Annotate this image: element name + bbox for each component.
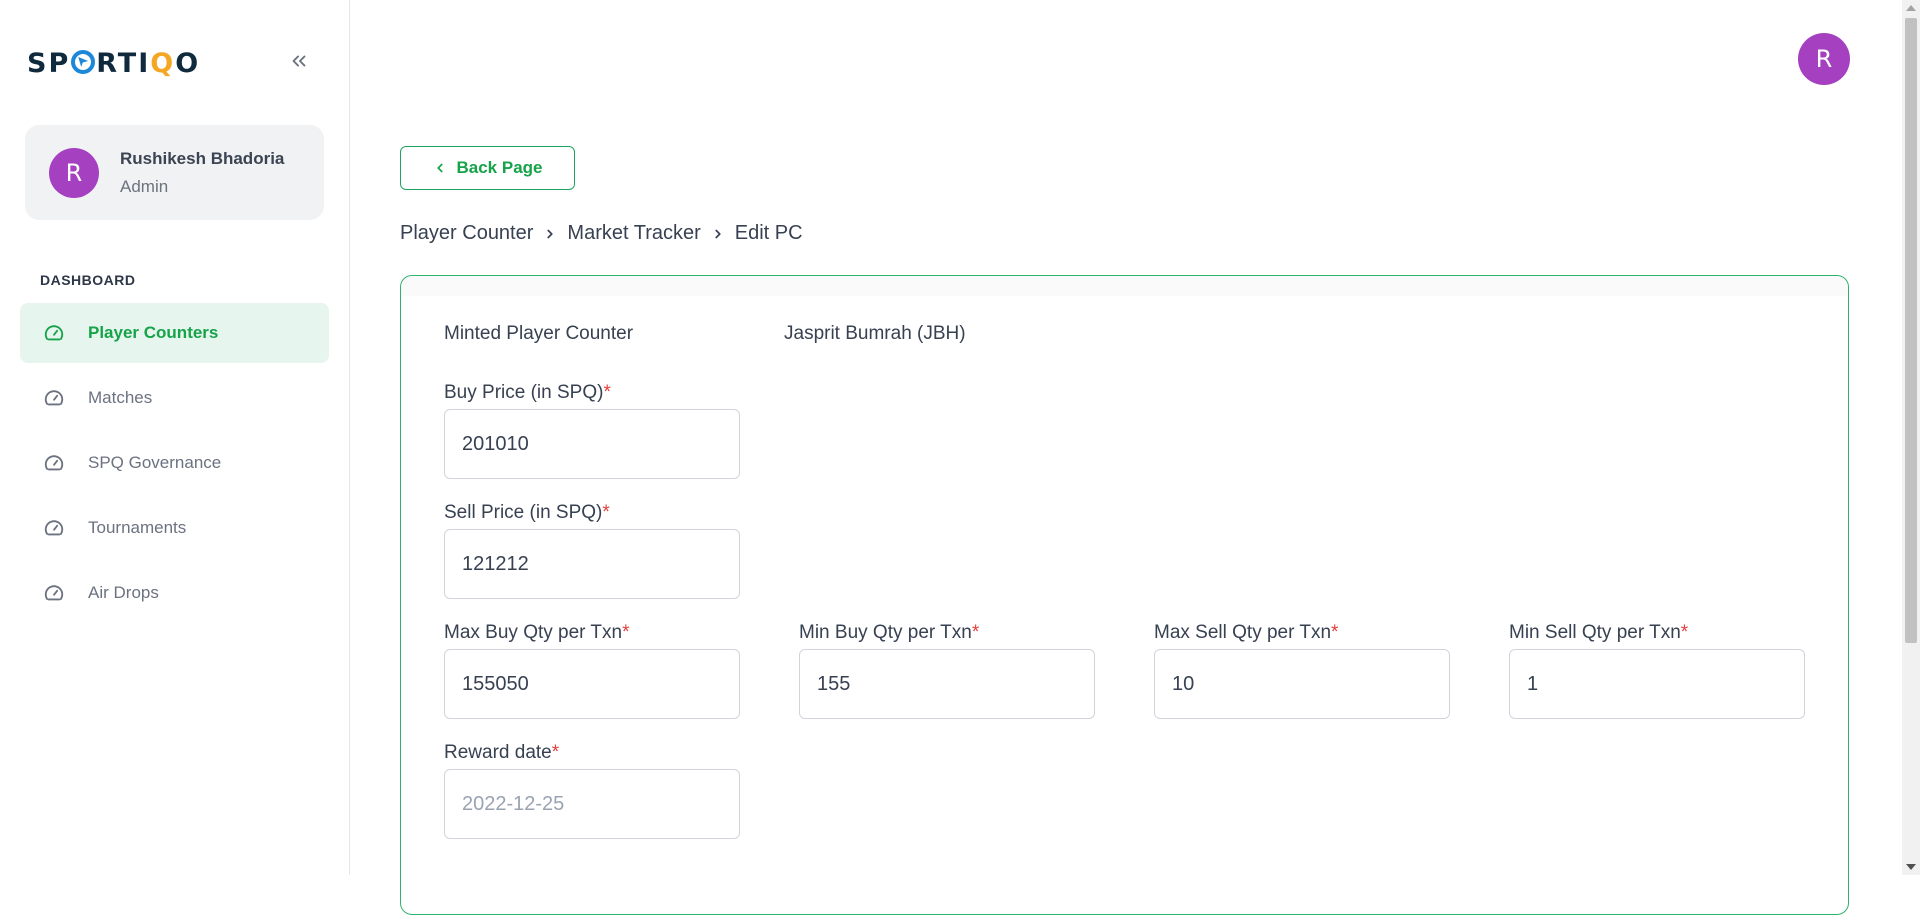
dashboard-gauge-icon: [42, 451, 66, 475]
min-sell-qty-input[interactable]: [1509, 649, 1805, 719]
page-scrollbar[interactable]: [1902, 0, 1920, 875]
logo-ball-icon: [71, 50, 96, 74]
min-buy-qty-input[interactable]: [799, 649, 1095, 719]
sidebar-nav: Player Counters Matches SPQ Governance T…: [20, 303, 329, 628]
max-buy-qty-label: Max Buy Qty per Txn*: [444, 622, 630, 644]
sell-price-label-text: Sell Price (in SPQ): [444, 502, 603, 523]
sidebar-item-tournaments[interactable]: Tournaments: [20, 498, 329, 558]
sidebar-item-label: Matches: [88, 388, 153, 407]
max-buy-qty-label-text: Max Buy Qty per Txn: [444, 622, 623, 643]
buy-price-label-text: Buy Price (in SPQ): [444, 382, 604, 403]
reward-date-label: Reward date*: [444, 742, 559, 764]
min-sell-qty-label: Min Sell Qty per Txn*: [1509, 622, 1688, 644]
breadcrumb-item-market-tracker[interactable]: Market Tracker: [567, 222, 700, 245]
sidebar: SP RTIQO R Rushikesh Bhadoria Admin DASHB…: [0, 0, 350, 875]
chevron-right-icon: [711, 227, 725, 241]
minted-player-counter-label: Minted Player Counter: [444, 323, 634, 344]
logo-text-part3: Q: [150, 48, 176, 79]
scroll-up-arrow-icon[interactable]: [1906, 5, 1916, 11]
max-sell-qty-label: Max Sell Qty per Txn*: [1154, 622, 1338, 644]
sidebar-item-label: SPQ Governance: [88, 453, 222, 472]
sell-price-label: Sell Price (in SPQ)*: [444, 502, 610, 524]
breadcrumb-item-player-counter[interactable]: Player Counter: [400, 222, 533, 245]
reward-date-input[interactable]: [444, 769, 740, 839]
scrollbar-thumb[interactable]: [1905, 18, 1917, 643]
buy-price-input[interactable]: [444, 409, 740, 479]
user-avatar: R: [49, 148, 99, 198]
minted-player-counter-value: Jasprit Bumrah (JBH): [784, 323, 966, 344]
logo-text-part2: RTI: [96, 48, 151, 79]
chevron-left-icon: [436, 163, 443, 173]
reward-date-label-text: Reward date: [444, 742, 552, 763]
required-asterisk: *: [1680, 622, 1689, 643]
max-buy-qty-input[interactable]: [444, 649, 740, 719]
min-buy-qty-label-text: Min Buy Qty per Txn: [799, 622, 972, 643]
nav-section-title: DASHBOARD: [40, 272, 136, 288]
back-page-label: Back Page: [456, 158, 543, 177]
required-asterisk: *: [622, 622, 630, 643]
back-page-button[interactable]: Back Page: [400, 146, 575, 190]
double-chevron-left-icon: [292, 55, 306, 67]
dashboard-gauge-icon: [42, 581, 66, 605]
scroll-down-arrow-icon[interactable]: [1906, 864, 1916, 870]
user-name: Rushikesh Bhadoria: [120, 149, 285, 168]
dashboard-gauge-icon: [42, 386, 66, 410]
sell-price-input[interactable]: [444, 529, 740, 599]
collapse-sidebar-button[interactable]: [286, 48, 312, 74]
required-asterisk: *: [602, 502, 610, 523]
required-asterisk: *: [1331, 622, 1339, 643]
required-asterisk: *: [551, 742, 560, 763]
breadcrumb: Player Counter Market Tracker Edit PC: [400, 222, 803, 245]
user-role: Admin: [120, 177, 169, 196]
max-sell-qty-label-text: Max Sell Qty per Txn: [1154, 622, 1332, 643]
dashboard-gauge-icon: [42, 321, 66, 345]
sidebar-item-label: Air Drops: [88, 583, 159, 602]
dashboard-gauge-icon: [42, 516, 66, 540]
required-asterisk: *: [603, 382, 611, 403]
user-profile-card: R Rushikesh Bhadoria Admin: [25, 125, 324, 220]
logo-text-part1: SP: [27, 48, 71, 79]
max-sell-qty-input[interactable]: [1154, 649, 1450, 719]
buy-price-label: Buy Price (in SPQ)*: [444, 382, 611, 404]
sidebar-item-label: Player Counters: [88, 323, 219, 342]
sidebar-item-spq-governance[interactable]: SPQ Governance: [20, 433, 329, 493]
sidebar-item-player-counters[interactable]: Player Counters: [20, 303, 329, 363]
header-user-avatar[interactable]: R: [1798, 33, 1850, 85]
sidebar-item-air-drops[interactable]: Air Drops: [20, 563, 329, 623]
required-asterisk: *: [971, 622, 980, 643]
breadcrumb-item-current: Edit PC: [734, 222, 803, 244]
logo-text-part4: O: [175, 48, 201, 79]
sportiqo-logo[interactable]: SP RTIQO: [27, 48, 200, 79]
chevron-right-icon: [543, 227, 557, 241]
min-buy-qty-label: Min Buy Qty per Txn*: [799, 622, 979, 644]
min-sell-qty-label-text: Min Sell Qty per Txn: [1509, 622, 1681, 643]
sidebar-item-matches[interactable]: Matches: [20, 368, 329, 428]
sidebar-item-label: Tournaments: [88, 518, 187, 537]
